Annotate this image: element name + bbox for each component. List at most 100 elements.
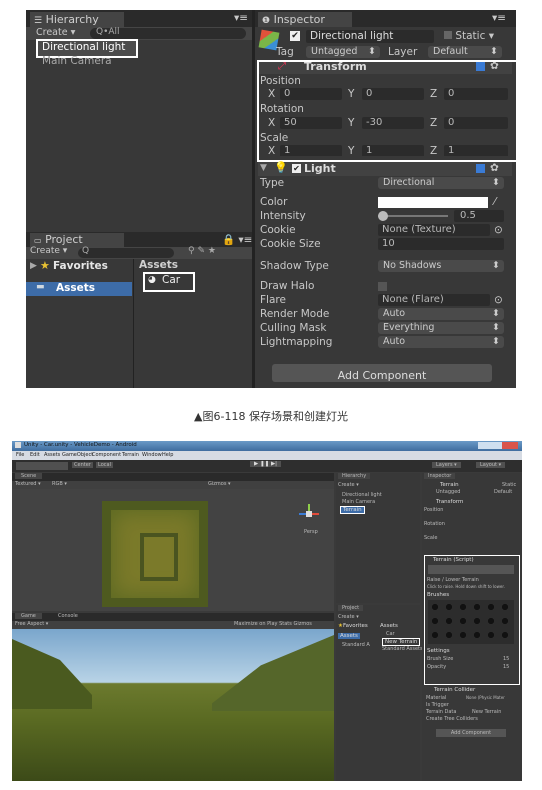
b-brush-grid[interactable]	[428, 600, 514, 644]
render-mode-dropdown[interactable]: RGB ▾	[52, 481, 67, 487]
b-brush-size-val[interactable]: 15	[503, 656, 509, 662]
draw-mode-dropdown[interactable]: Textured ▾	[15, 481, 41, 487]
menu-edit[interactable]: Edit	[30, 452, 40, 458]
b-project-tab[interactable]: Project	[338, 605, 364, 611]
b-add-component[interactable]: Add Component	[436, 729, 506, 737]
position-x-field[interactable]: 0	[280, 88, 342, 100]
light-enabled-checkbox[interactable]: ✔	[292, 164, 301, 173]
gear-icon[interactable]: ✿	[490, 162, 499, 174]
object-name-field[interactable]: Directional light	[306, 30, 434, 43]
foldout-arrow-icon[interactable]: ▼	[260, 163, 267, 173]
project-menu-icon[interactable]: 🔒 ▾≡	[222, 233, 252, 246]
hierarchy-create-button[interactable]: Create ▾	[36, 27, 75, 38]
color-swatch[interactable]	[378, 197, 488, 208]
b-assets-folder[interactable]: Assets	[338, 633, 360, 639]
scale-y-field[interactable]: 1	[362, 145, 424, 156]
help-icon[interactable]	[476, 164, 485, 173]
scene-gizmo-icon[interactable]	[299, 504, 319, 524]
b-asset-car[interactable]: Car	[386, 631, 395, 637]
layers-dropdown[interactable]: Layers ▾	[432, 462, 461, 468]
layout-dropdown[interactable]: Layout ▾	[476, 462, 506, 468]
scene-viewport[interactable]: Persp	[12, 489, 334, 611]
intensity-field[interactable]: 0.5	[454, 210, 504, 222]
static-toggle[interactable]: Static ▾	[444, 30, 494, 42]
culling-mask-dropdown[interactable]: Everything ⬍	[378, 322, 504, 334]
hierarchy-menu-icon[interactable]: ▾≡	[234, 12, 248, 24]
b-hierarchy-tab[interactable]: Hierarchy	[338, 473, 371, 479]
b-opacity-val[interactable]: 15	[503, 664, 509, 670]
hierarchy-item-main-camera[interactable]: Main Camera	[42, 55, 112, 67]
object-picker-icon[interactable]: ⊙	[494, 224, 503, 236]
aspect-dropdown[interactable]: Free Aspect ▾	[15, 621, 48, 627]
hierarchy-tab[interactable]: ☰ Hierarchy	[30, 12, 124, 27]
play-controls[interactable]: ▶ ❚❚ ▶|	[250, 461, 282, 467]
console-tab[interactable]: Console	[52, 613, 84, 619]
b-material-val[interactable]: None (Physic Mater	[466, 695, 505, 700]
b-asset-new-terrain[interactable]: New Terrain	[382, 638, 421, 646]
lightmapping-dropdown[interactable]: Auto ⬍	[378, 336, 504, 348]
b-project-create[interactable]: Create ▾	[338, 614, 359, 620]
flare-field[interactable]: None (Flare)	[378, 294, 490, 306]
b-asset-standard[interactable]: Standard Assets	[382, 646, 423, 652]
favorites-row[interactable]: ▶ ★ Favorites	[28, 259, 132, 274]
game-tab[interactable]: Game	[15, 613, 42, 619]
tag-dropdown[interactable]: Untagged ⬍	[306, 46, 380, 58]
b-transform[interactable]: Transform	[436, 499, 463, 505]
b-hierarchy-item[interactable]: Directional light	[342, 492, 382, 498]
menu-help[interactable]: Help	[162, 452, 173, 458]
window-controls[interactable]	[478, 442, 518, 449]
project-tab[interactable]: ▭ Project	[30, 233, 124, 247]
b-terrain-script[interactable]: Terrain (Script)	[433, 557, 474, 563]
type-dropdown[interactable]: Directional ⬍	[378, 177, 504, 189]
b-hierarchy-item[interactable]: Main Camera	[342, 499, 375, 505]
gizmos-dropdown[interactable]: Gizmos ▾	[208, 481, 231, 487]
menu-file[interactable]: File	[16, 452, 24, 458]
inspector-tab[interactable]: ❶ Inspector	[258, 12, 352, 27]
position-y-field[interactable]: 0	[362, 88, 424, 100]
b-hierarchy-create[interactable]: Create ▾	[338, 482, 359, 488]
slider-handle[interactable]	[378, 211, 388, 221]
scale-z-field[interactable]: 1	[444, 145, 508, 156]
b-object-name[interactable]: Terrain	[440, 482, 459, 488]
rotation-y-field[interactable]: -30	[362, 117, 424, 129]
eyedropper-icon[interactable]: ⁄	[494, 196, 496, 208]
position-z-field[interactable]: 0	[444, 88, 508, 100]
menu-window[interactable]: Window	[142, 452, 162, 458]
cookie-field[interactable]: None (Texture)	[378, 224, 490, 236]
assets-folder-row[interactable]: ▬ Assets	[26, 282, 132, 296]
b-terrain-tools[interactable]	[428, 565, 514, 574]
active-checkbox[interactable]: ✔	[290, 31, 300, 41]
project-search-input[interactable]: Q	[78, 246, 174, 258]
b-hierarchy-item-selected[interactable]: Terrain	[340, 506, 365, 514]
b-standard-folder[interactable]: Standard A	[342, 642, 370, 648]
game-options[interactable]: Maximize on Play Stats Gizmos	[234, 621, 312, 627]
b-inspector-tab[interactable]: Inspector	[424, 473, 456, 479]
shadow-type-dropdown[interactable]: No Shadows ⬍	[378, 260, 504, 272]
hierarchy-search-input[interactable]: Q•All	[90, 27, 246, 39]
menu-component[interactable]: Component	[92, 452, 121, 458]
scene-tab[interactable]: Scene	[15, 473, 43, 479]
rotation-z-field[interactable]: 0	[444, 117, 508, 129]
object-picker-icon[interactable]: ⊙	[494, 294, 503, 306]
b-static[interactable]: Static	[502, 482, 516, 488]
draw-halo-checkbox[interactable]	[378, 282, 387, 291]
b-tag[interactable]: Untagged	[436, 489, 460, 495]
cookie-size-field[interactable]: 10	[378, 238, 504, 250]
add-component-button[interactable]: Add Component	[272, 364, 492, 382]
menu-terrain[interactable]: Terrain	[122, 452, 139, 458]
render-mode-dropdown[interactable]: Auto ⬍	[378, 308, 504, 320]
b-terrain-data-val[interactable]: New Terrain	[472, 709, 501, 715]
transform-tools[interactable]	[16, 462, 68, 470]
b-layer[interactable]: Default	[494, 489, 512, 495]
b-favorites[interactable]: ★Favorites	[338, 623, 368, 629]
layer-dropdown[interactable]: Default ⬍	[428, 46, 502, 58]
intensity-slider[interactable]	[378, 211, 448, 221]
project-filter-icons[interactable]: ⚲ ✎ ★	[188, 246, 216, 256]
pivot-toggle[interactable]: Center	[72, 462, 93, 468]
inspector-menu-icon[interactable]: ▾≡	[492, 12, 506, 24]
project-create-button[interactable]: Create ▾	[30, 246, 67, 256]
scale-x-field[interactable]: 1	[280, 145, 342, 156]
space-toggle[interactable]: Local	[96, 462, 113, 468]
menu-gameobject[interactable]: GameObject	[62, 452, 93, 458]
asset-car[interactable]: ◕ Car	[143, 272, 195, 292]
